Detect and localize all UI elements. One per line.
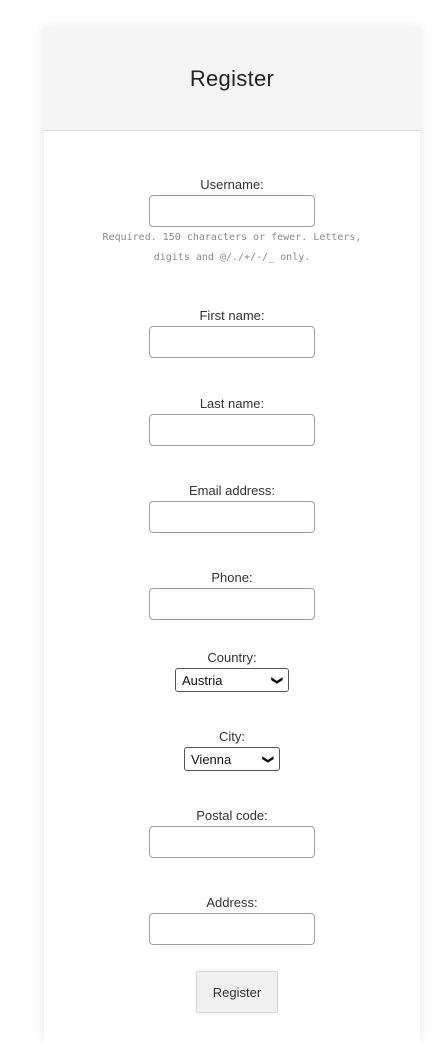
chevron-down-icon: ❯	[261, 754, 274, 764]
username-input[interactable]	[149, 195, 315, 227]
card-header: Register	[44, 28, 420, 131]
email-label: Email address:	[189, 483, 275, 498]
username-help-text-line1: Required. 150 characters or fewer. Lette…	[102, 232, 362, 243]
phone-label: Phone:	[211, 570, 253, 585]
last-name-field-group: Last name:	[44, 395, 420, 446]
postal-code-field-group: Postal code:	[44, 807, 420, 858]
address-label: Address:	[206, 895, 258, 910]
country-label: Country:	[207, 650, 257, 665]
city-field-group: City: Vienna ❯	[44, 728, 420, 771]
address-input[interactable]	[149, 913, 315, 945]
username-help-text-line2: digits and @/./+/-/_ only.	[153, 252, 311, 263]
country-select[interactable]: Austria ❯	[175, 668, 289, 692]
city-label: City:	[219, 729, 245, 744]
postal-code-input[interactable]	[149, 826, 315, 858]
first-name-field-group: First name:	[44, 307, 420, 358]
username-field-group: Username: Required. 150 characters or fe…	[44, 176, 420, 267]
username-label: Username:	[200, 177, 264, 192]
country-selected-value: Austria	[182, 672, 223, 688]
chevron-down-icon: ❯	[270, 675, 283, 685]
first-name-label: First name:	[199, 308, 265, 323]
first-name-input[interactable]	[149, 326, 315, 358]
phone-input[interactable]	[149, 588, 315, 620]
email-field-group: Email address:	[44, 482, 420, 533]
page-title: Register	[189, 66, 275, 91]
country-field-group: Country: Austria ❯	[44, 649, 420, 692]
city-selected-value: Vienna	[191, 751, 232, 767]
register-button[interactable]: Register	[196, 971, 278, 1013]
register-card: Register Username: Required. 150 charact…	[44, 28, 420, 1042]
postal-code-label: Postal code:	[196, 808, 268, 823]
email-input[interactable]	[149, 501, 315, 533]
address-field-group: Address:	[44, 894, 420, 945]
phone-field-group: Phone:	[44, 569, 420, 620]
last-name-input[interactable]	[149, 414, 315, 446]
last-name-label: Last name:	[199, 396, 265, 411]
city-select[interactable]: Vienna ❯	[184, 747, 280, 771]
